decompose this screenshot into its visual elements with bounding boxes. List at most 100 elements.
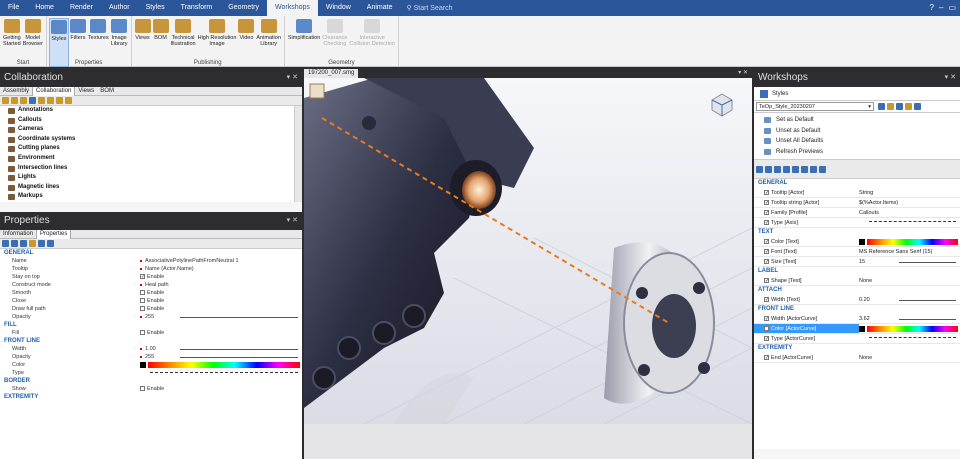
value-slider[interactable]: [180, 357, 298, 358]
toolbar-icon[interactable]: [765, 165, 772, 173]
ws-checkbox[interactable]: ✓: [764, 326, 769, 332]
property-row-construct-mode[interactable]: Construct mode Heal path: [0, 281, 302, 289]
toolbar-icon[interactable]: [2, 97, 9, 104]
toolbar-icon[interactable]: [810, 165, 817, 173]
help-icon[interactable]: ?: [930, 3, 934, 12]
property-value[interactable]: Enable: [140, 305, 302, 313]
ws-row-color-actorcurve[interactable]: ✓ Color [ActorCurve]: [754, 324, 960, 334]
property-row-opacity[interactable]: Opacity 255: [0, 353, 302, 361]
value-slider[interactable]: [180, 349, 298, 350]
property-row-show[interactable]: Show Enable: [0, 385, 302, 393]
toolbar-icon[interactable]: [2, 240, 9, 247]
menu-tab-home[interactable]: Home: [27, 0, 62, 16]
ws-section-front-line[interactable]: FRONT LINE: [754, 305, 960, 314]
panel-controls-icon[interactable]: ▾ ✕: [287, 69, 298, 87]
menu-tab-window[interactable]: Window: [318, 0, 359, 16]
toolbar-icon[interactable]: [47, 97, 54, 104]
value-slider[interactable]: [899, 300, 956, 301]
tree-item-cutting-planes[interactable]: Cutting planes: [0, 144, 302, 154]
enable-checkbox[interactable]: [140, 306, 145, 312]
ws-value[interactable]: Callouts: [859, 208, 960, 217]
tree-item-magnetic-lines[interactable]: Magnetic lines: [0, 183, 302, 193]
toolbar-icon[interactable]: [819, 165, 826, 173]
enable-checkbox[interactable]: [140, 290, 145, 296]
ws-value[interactable]: [859, 334, 960, 343]
panel-controls-icon[interactable]: ▾ ✕: [287, 212, 298, 230]
enable-checkbox[interactable]: [140, 298, 145, 304]
property-value[interactable]: 255: [140, 353, 302, 361]
tab-information[interactable]: Information: [0, 230, 36, 239]
property-value[interactable]: Enable: [140, 289, 302, 297]
ws-value[interactable]: 3.62: [859, 314, 960, 323]
ws-value[interactable]: String: [859, 188, 960, 197]
value-slider[interactable]: [899, 262, 956, 263]
property-row-close[interactable]: Close Enable: [0, 297, 302, 305]
menu-tab-author[interactable]: Author: [101, 0, 138, 16]
property-row-width[interactable]: Width 1.00: [0, 345, 302, 353]
ws-row-shape-text[interactable]: ✓ Shape [Text] None: [754, 276, 960, 286]
property-value[interactable]: [140, 369, 302, 377]
line-type-preview[interactable]: [869, 221, 956, 222]
ws-section-attach[interactable]: ATTACH: [754, 286, 960, 295]
ws-value[interactable]: 15: [859, 257, 960, 266]
tab-collaboration[interactable]: Collaboration: [32, 86, 76, 96]
ws-checkbox[interactable]: ✓: [764, 278, 769, 284]
toolbar-icon[interactable]: [38, 240, 45, 247]
toolbar-icon[interactable]: [11, 240, 18, 247]
property-row-type[interactable]: Type: [0, 369, 302, 377]
ws-row-width-actorcurve[interactable]: ✓ Width [ActorCurve] 3.62: [754, 314, 960, 324]
3d-viewport[interactable]: [304, 78, 752, 424]
ws-row-family-profile[interactable]: ✓ Family [Profile] Callouts: [754, 208, 960, 218]
toolbar-icon[interactable]: [11, 97, 18, 104]
enable-checkbox[interactable]: [140, 386, 145, 392]
ws-row-width-text[interactable]: ✓ Width [Text] 0.20: [754, 295, 960, 305]
ws-row-type-actorcurve[interactable]: ✓ Type [ActorCurve]: [754, 334, 960, 344]
ws-row-color-text[interactable]: ✓ Color [Text]: [754, 237, 960, 247]
tree-item-cameras[interactable]: Cameras: [0, 125, 302, 135]
ws-row-font-text[interactable]: ✓ Font [Text] MS Reference Sans Serif (15): [754, 247, 960, 257]
ws-value[interactable]: [859, 324, 960, 333]
ws-value[interactable]: [859, 218, 960, 227]
property-row-name[interactable]: Name AssociativePolylinePathFromNeutral 1: [0, 257, 302, 265]
section-fill[interactable]: FILL: [0, 321, 302, 329]
ws-checkbox[interactable]: ✓: [764, 220, 769, 226]
ws-value[interactable]: 0.20: [859, 295, 960, 304]
menu-tab-workshops[interactable]: Workshops: [267, 0, 318, 16]
tree-item-callouts[interactable]: Callouts: [0, 116, 302, 126]
style-tool-icon[interactable]: [878, 103, 885, 110]
action-refresh-previews[interactable]: Refresh Previews: [754, 147, 960, 158]
property-value[interactable]: 1.00: [140, 345, 302, 353]
tab-views[interactable]: Views: [75, 87, 97, 96]
toolbar-icon[interactable]: [47, 240, 54, 247]
ws-checkbox[interactable]: ✓: [764, 259, 769, 265]
section-border[interactable]: BORDER: [0, 377, 302, 385]
enable-checkbox[interactable]: ✓: [140, 274, 145, 280]
toolbar-icon[interactable]: [756, 165, 763, 173]
toolbar-icon[interactable]: [29, 240, 36, 247]
color-palette[interactable]: [867, 239, 958, 245]
ws-section-label[interactable]: LABEL: [754, 267, 960, 276]
toolbar-icon[interactable]: [65, 97, 72, 104]
property-row-smooth[interactable]: Smooth Enable: [0, 289, 302, 297]
toolbar-icon[interactable]: [774, 165, 781, 173]
ws-value[interactable]: [859, 237, 960, 246]
ws-section-text[interactable]: TEXT: [754, 228, 960, 237]
toolbar-icon[interactable]: [20, 97, 27, 104]
line-type-preview[interactable]: [869, 337, 956, 338]
style-tool-icon[interactable]: [914, 103, 921, 110]
section-general[interactable]: GENERAL: [0, 249, 302, 257]
enable-checkbox[interactable]: [140, 330, 145, 336]
ws-section-general[interactable]: GENERAL: [754, 179, 960, 188]
menu-tab-animate[interactable]: Animate: [359, 0, 401, 16]
property-value[interactable]: AssociativePolylinePathFromNeutral 1: [140, 257, 302, 265]
ws-checkbox[interactable]: ✓: [764, 249, 769, 255]
action-unset-all-defaults[interactable]: Unset All Defaults: [754, 136, 960, 147]
tab-assembly[interactable]: Assembly: [0, 87, 32, 96]
tree-item-coordinate-systems[interactable]: Coordinate systems: [0, 135, 302, 145]
property-value[interactable]: Name (Actor.Name): [140, 265, 302, 273]
action-set-as-default[interactable]: Set as Default: [754, 115, 960, 126]
property-value[interactable]: 255: [140, 313, 302, 321]
toolbar-icon[interactable]: [56, 97, 63, 104]
tree-item-environment[interactable]: Environment: [0, 154, 302, 164]
ws-checkbox[interactable]: ✓: [764, 297, 769, 303]
